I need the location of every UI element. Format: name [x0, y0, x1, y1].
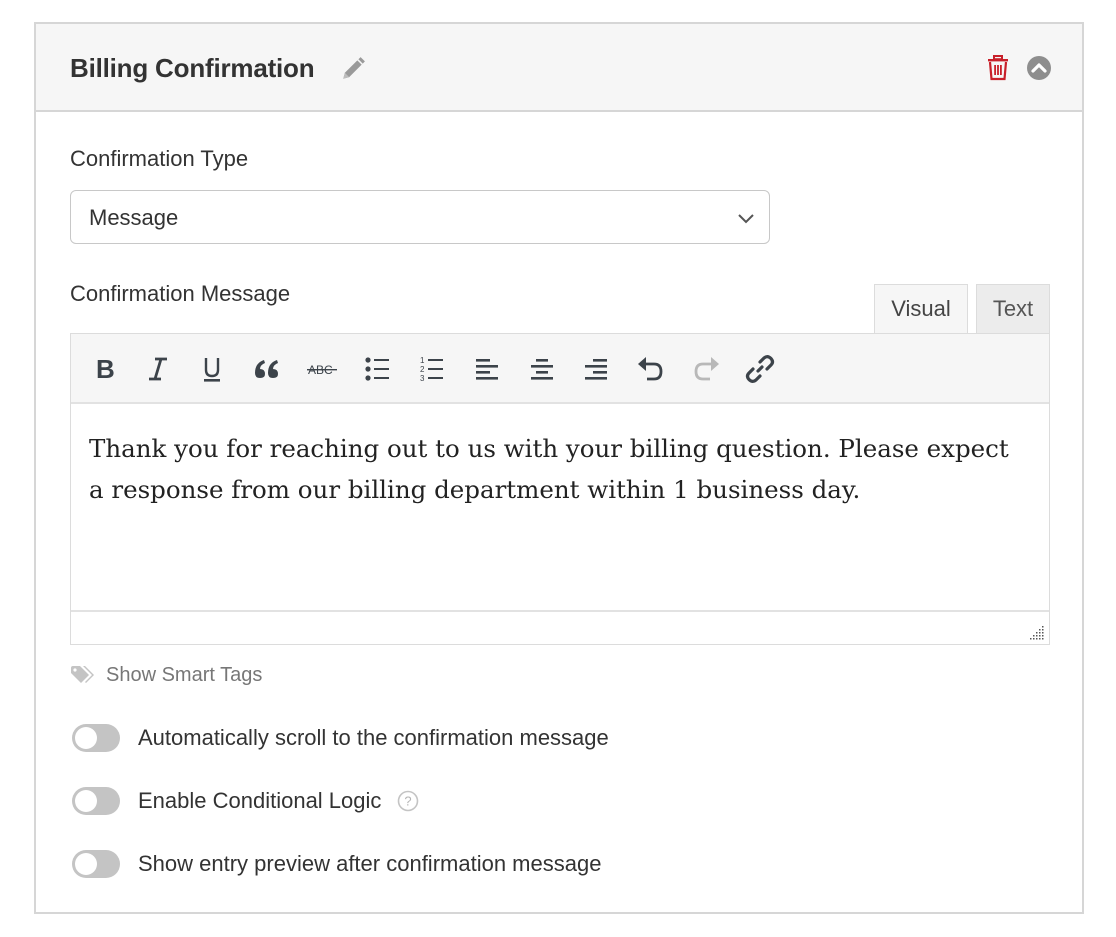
- trash-icon[interactable]: [986, 55, 1010, 81]
- show-smart-tags-link[interactable]: Show Smart Tags: [70, 664, 262, 687]
- help-icon[interactable]: ?: [397, 790, 419, 812]
- confirmation-panel: Billing Confirmation Confirmation Type M…: [34, 22, 1084, 914]
- tab-visual[interactable]: Visual: [874, 284, 968, 335]
- bold-button[interactable]: B: [88, 353, 120, 385]
- panel-header[interactable]: Billing Confirmation: [36, 24, 1082, 112]
- bulleted-list-button[interactable]: [361, 353, 393, 385]
- pencil-icon[interactable]: [340, 56, 366, 82]
- align-right-icon: [585, 359, 607, 380]
- italic-icon: [149, 357, 167, 381]
- svg-text:2: 2: [420, 365, 425, 374]
- svg-text:1: 1: [420, 356, 425, 365]
- confirmation-type-select[interactable]: Message: [70, 190, 770, 244]
- link-button[interactable]: [744, 353, 776, 385]
- entry-preview-toggle[interactable]: [72, 850, 120, 878]
- chevron-up-circle-icon[interactable]: [1026, 55, 1052, 81]
- tab-text[interactable]: Text: [976, 284, 1050, 334]
- rich-text-editor: B ABC 123 Thank you for reaching out to …: [70, 333, 1050, 645]
- chevron-down-icon: [738, 214, 754, 224]
- redo-button[interactable]: [690, 353, 722, 385]
- confirmation-message-label: Confirmation Message: [70, 281, 291, 306]
- align-center-button[interactable]: [526, 353, 558, 385]
- underline-icon: [204, 358, 220, 382]
- panel-title: Billing Confirmation: [70, 53, 315, 83]
- editor-statusbar: [71, 610, 1049, 644]
- bold-icon: B: [96, 355, 115, 383]
- numbered-list-button[interactable]: 123: [416, 353, 448, 385]
- svg-text:?: ?: [405, 794, 412, 809]
- link-icon: [745, 355, 775, 383]
- conditional-logic-toggle[interactable]: [72, 787, 120, 815]
- editor-toolbar: B ABC 123: [71, 334, 1049, 404]
- numbered-list-icon: 123: [420, 356, 443, 383]
- toggle-row-auto-scroll: Automatically scroll to the confirmation…: [72, 724, 609, 752]
- blockquote-icon: [255, 360, 278, 378]
- bulleted-list-icon: [365, 357, 389, 381]
- undo-button[interactable]: [635, 353, 667, 385]
- align-right-button[interactable]: [580, 353, 612, 385]
- align-left-button[interactable]: [471, 353, 503, 385]
- toggle-row-conditional-logic: Enable Conditional Logic ?: [72, 787, 419, 815]
- italic-button[interactable]: [142, 353, 174, 385]
- smart-tags-label: Show Smart Tags: [106, 664, 263, 686]
- toggle-label: Show entry preview after confirmation me…: [138, 851, 602, 876]
- tags-icon: [71, 665, 94, 683]
- redo-icon: [694, 357, 719, 381]
- confirmation-type-label: Confirmation Type: [70, 146, 249, 171]
- blockquote-button[interactable]: [251, 353, 283, 385]
- align-left-icon: [476, 359, 498, 380]
- strikethrough-button[interactable]: ABC: [306, 353, 338, 385]
- editor-content[interactable]: Thank you for reaching out to us with yo…: [71, 406, 1049, 611]
- toggle-label: Enable Conditional Logic: [138, 788, 382, 813]
- svg-text:3: 3: [420, 374, 425, 383]
- resize-handle-icon[interactable]: [1029, 624, 1045, 640]
- toggle-label: Automatically scroll to the confirmation…: [138, 725, 609, 750]
- svg-text:B: B: [96, 355, 115, 383]
- align-center-icon: [531, 359, 553, 380]
- select-value: Message: [89, 205, 179, 230]
- undo-icon: [638, 357, 663, 381]
- underline-button[interactable]: [196, 353, 228, 385]
- auto-scroll-toggle[interactable]: [72, 724, 120, 752]
- toggle-row-entry-preview: Show entry preview after confirmation me…: [72, 850, 601, 878]
- strikethrough-icon: ABC: [307, 363, 337, 377]
